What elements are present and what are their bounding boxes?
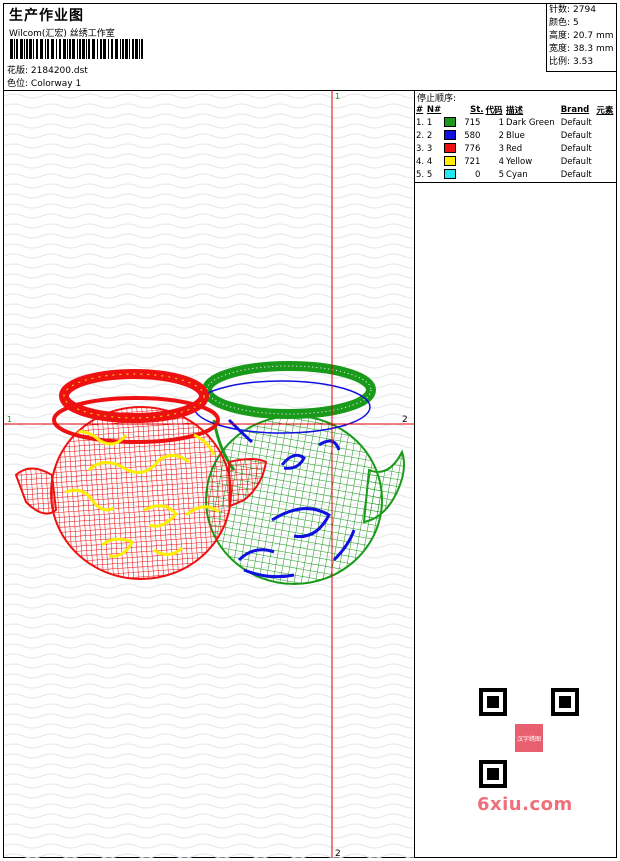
col-stitches: St. (470, 105, 484, 115)
watermark-logo: 6xiu.com (477, 794, 573, 815)
stop-code: 5 (498, 169, 505, 180)
stop-brand: Default (560, 169, 592, 180)
design-line: 花版: 2184200.dst (7, 63, 88, 76)
colorway-line: 色位: Colorway 1 (7, 76, 81, 89)
color-swatch (444, 117, 457, 128)
design-filename: 2184200.dst (30, 66, 88, 76)
barcode (10, 39, 143, 59)
col-code: 代码 (485, 106, 503, 116)
stop-element (595, 129, 616, 142)
stat-colors: 颜色: 5 (549, 18, 579, 28)
stop-row[interactable]: 3. 3 776 3 Red Default (415, 142, 616, 155)
stop-description: Cyan (506, 169, 528, 180)
colorway-value: Colorway 1 (30, 79, 82, 89)
stop-row[interactable]: 2. 2 580 2 Blue Default (415, 129, 616, 142)
stop-code: 1 (498, 117, 505, 128)
stop-code: 4 (498, 156, 505, 167)
color-swatch (444, 143, 457, 154)
stat-height: 高度: 20.7 mm (549, 31, 614, 41)
col-number: N# (426, 105, 442, 115)
marker-top: 1 (335, 92, 340, 101)
stop-needle: 4 (426, 156, 433, 167)
panel-divider (415, 182, 616, 183)
stop-element (595, 116, 616, 129)
stop-row[interactable]: 1. 1 715 1 Dark Green Default (415, 116, 616, 129)
stop-stitches: 776 (443, 142, 484, 155)
col-brand: Brand (560, 105, 590, 115)
stop-description: Red (506, 143, 523, 154)
stop-needle: 5 (426, 169, 433, 180)
stop-code: 2 (498, 130, 505, 141)
qr-badge-text: 汉字绣图 (517, 735, 541, 743)
stop-brand: Default (560, 156, 592, 167)
stop-sequence-table: # N# St. 代码 描述 Brand 元素 1. 1 715 1 Dark Gree… (415, 104, 616, 181)
col-description: 描述 (506, 106, 524, 116)
stop-needle: 1 (426, 117, 433, 128)
stat-scale: 比例: 3.53 (549, 57, 594, 67)
stop-needle: 2 (426, 130, 433, 141)
production-worksheet: 生产作业图 Wilcom(汇宏) 丝绣工作室 花版: 2184200.dst 色… (3, 3, 617, 858)
stop-description: Dark Green (506, 117, 555, 128)
colorway-label: 色位: (7, 79, 29, 89)
stop-index: 2. (416, 130, 425, 141)
stat-width: 宽度: 38.3 mm (549, 44, 614, 54)
stop-sequence-title: 停止顺序: (417, 94, 457, 104)
stop-element (595, 168, 616, 181)
stop-element (595, 155, 616, 168)
color-swatch (444, 156, 457, 167)
marker-bottom: 2 (335, 849, 341, 858)
stop-element (595, 142, 616, 155)
marker-left: 1 (7, 415, 12, 424)
page-title: 生产作业图 (9, 8, 84, 24)
stop-brand: Default (560, 117, 592, 128)
stop-brand: Default (560, 143, 592, 154)
stop-code: 3 (498, 143, 505, 154)
stop-row[interactable]: 4. 4 721 4 Yellow Default (415, 155, 616, 168)
stop-needle: 3 (426, 143, 433, 154)
embroidery-preview: 1 1 2 2 (4, 90, 414, 858)
stat-stitches: 针数: 2794 (549, 5, 596, 15)
stop-index: 5. (416, 169, 425, 180)
header: 生产作业图 Wilcom(汇宏) 丝绣工作室 花版: 2184200.dst 色… (4, 4, 616, 91)
qr-code: 汉字绣图 (474, 684, 584, 789)
marker-right: 2 (402, 415, 408, 425)
stop-index: 1. (416, 117, 425, 128)
company-name: Wilcom(汇宏) 丝绣工作室 (9, 29, 115, 39)
col-element: 元素 (596, 106, 614, 116)
color-swatch (444, 130, 457, 141)
stop-row[interactable]: 5. 5 0 5 Cyan Default (415, 168, 616, 181)
stop-stitches: 0 (443, 168, 484, 181)
stop-index: 4. (416, 156, 425, 167)
stop-index: 3. (416, 143, 425, 154)
design-label: 花版: (7, 66, 29, 76)
stats-box: 针数: 2794 颜色: 5 高度: 20.7 mm 宽度: 38.3 mm 比例: 3.… (546, 4, 616, 72)
stop-stitches: 715 (443, 116, 484, 129)
stop-stitches: 580 (443, 129, 484, 142)
col-index: # (416, 105, 424, 115)
stop-description: Blue (506, 130, 525, 141)
design-canvas[interactable]: 1 1 2 2 (4, 90, 415, 858)
stop-brand: Default (560, 130, 592, 141)
color-swatch (444, 169, 457, 180)
stop-table-header: # N# St. 代码 描述 Brand 元素 (415, 104, 616, 116)
stop-description: Yellow (506, 156, 533, 167)
stop-stitches: 721 (443, 155, 484, 168)
